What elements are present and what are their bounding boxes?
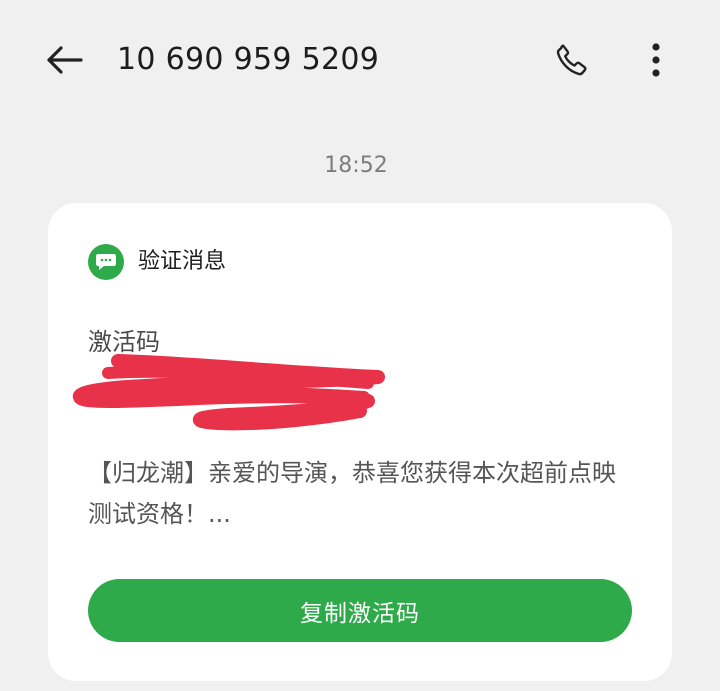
more-vertical-icon <box>652 43 660 77</box>
call-button[interactable] <box>548 36 596 84</box>
card-header: 验证消息 <box>88 244 226 280</box>
arrow-left-icon <box>47 46 83 74</box>
sender-number: 10 690 959 5209 <box>117 42 380 77</box>
verification-message-card: 验证消息 激活码 【归龙潮】亲爱的导演，恭喜您获得本次超前点映测试资格！... … <box>48 203 672 681</box>
top-bar: 10 690 959 5209 <box>0 0 720 120</box>
phone-icon <box>556 44 587 76</box>
message-category-label: 验证消息 <box>138 249 227 274</box>
more-options-button[interactable] <box>634 36 678 84</box>
message-bubble-icon <box>88 244 124 280</box>
message-body: 【归龙潮】亲爱的导演，恭喜您获得本次超前点映测试资格！... <box>88 459 616 528</box>
message-timestamp: 18:52 <box>324 153 388 178</box>
back-button[interactable] <box>40 38 88 82</box>
redaction-scribble <box>73 354 385 431</box>
copy-activation-code-button[interactable]: 复制激活码 <box>88 579 632 642</box>
